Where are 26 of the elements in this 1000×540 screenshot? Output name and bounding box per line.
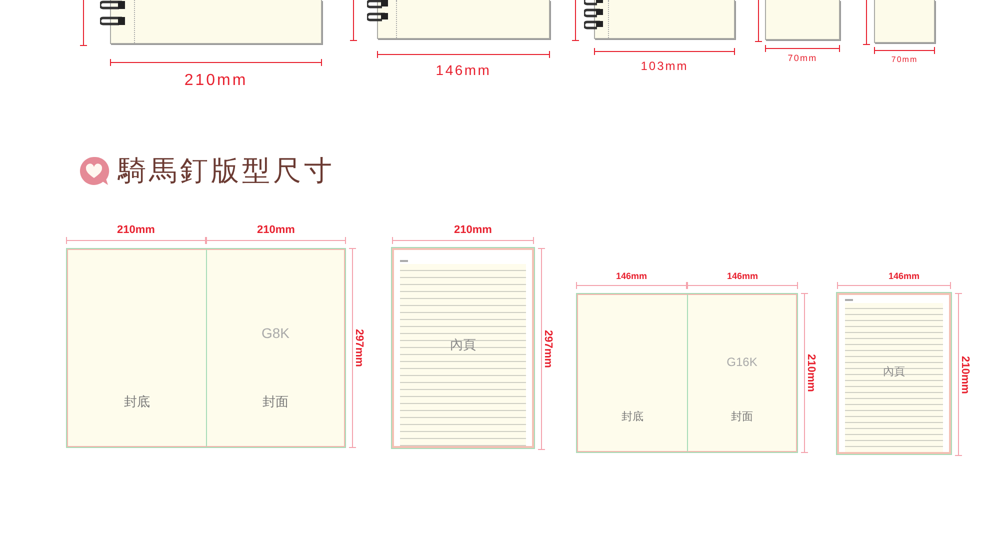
- width-label: 210mm: [453, 225, 493, 236]
- width-label: 210mm: [256, 225, 296, 236]
- height-label: 210mm: [959, 356, 971, 394]
- width-label: 70mm: [786, 54, 818, 63]
- front-cover-label: 封面: [730, 410, 754, 424]
- width-label: 146mm: [726, 272, 760, 281]
- section-title: 騎馬釘版型尺寸: [118, 153, 335, 189]
- back-cover-label: 封底: [620, 410, 644, 424]
- page-label: 內頁: [449, 336, 477, 354]
- height-label: 297mm: [542, 330, 554, 368]
- heart-speech-bubble-icon: [78, 155, 110, 187]
- height-label: 297mm: [353, 329, 365, 367]
- size-label: G8K: [260, 325, 290, 342]
- size-label: G16K: [726, 355, 758, 370]
- back-cover-label: 封底: [123, 392, 151, 411]
- width-label: 210mm: [116, 225, 156, 236]
- front-cover-label: 封面: [262, 392, 290, 411]
- width-label: 70mm: [890, 56, 919, 64]
- page-label: 內頁: [882, 365, 906, 380]
- height-label: 210mm: [805, 354, 817, 392]
- width-label: 146mm: [614, 272, 648, 281]
- width-label: 103mm: [640, 60, 690, 72]
- notebook-drawing: [874, 0, 935, 43]
- width-label: 146mm: [434, 63, 492, 77]
- width-label: 210mm: [183, 73, 249, 89]
- width-label: 146mm: [887, 272, 921, 281]
